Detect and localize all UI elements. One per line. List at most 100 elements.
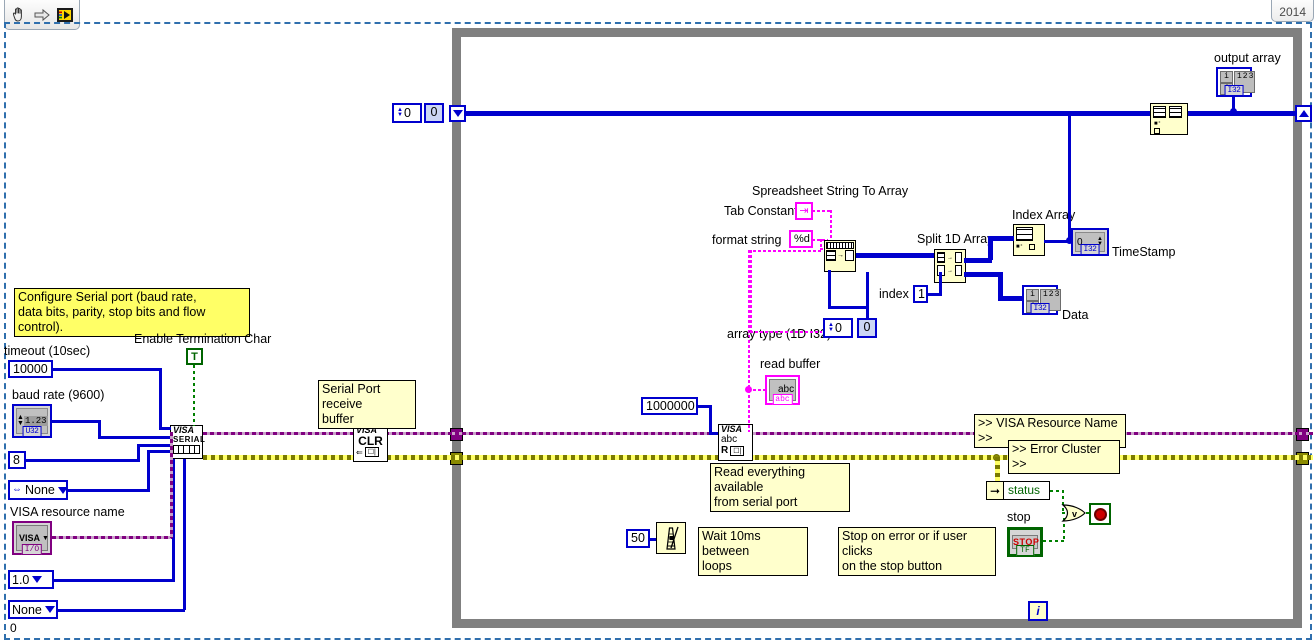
constant-loop-init-num[interactable]: ▲ ▼ 0 [392,103,422,123]
control-stop-button[interactable]: STOP TF [1007,527,1043,557]
serial-dip-icon [173,445,200,454]
indicator-read-buffer[interactable]: abc abc [765,375,800,405]
wire-build-to-shift [1188,111,1296,116]
constant-tab[interactable]: ⇥ [795,202,813,220]
wire-loop-shift-to-build [464,111,1150,116]
constant-split-index[interactable]: 1 [913,285,928,303]
hand-cursor-icon[interactable] [9,5,29,25]
left-right-arrows-icon: ⇔ [12,484,22,495]
wire-flowcontrol-v [183,459,186,610]
stop-terminal-icon [1093,507,1107,521]
array-type-spinner-icon[interactable]: ▲ ▼ [828,322,834,333]
wire-termination-char [193,365,195,426]
unbundle-status[interactable]: ➞ status [986,481,1050,500]
visa-read-marker: R [721,445,729,456]
constant-data-bits[interactable]: 8 [8,451,26,469]
spreadsheet-string-to-array-node[interactable]: → [824,240,856,272]
constant-array-type-num[interactable]: ▲ ▼ 0 [823,318,853,338]
loop-stop-terminal[interactable] [1089,503,1111,525]
stop-button-type-tag: TF [1016,545,1034,556]
diagram-toolbar[interactable] [4,0,80,30]
constant-byte-count[interactable]: 1000000 [641,397,698,415]
chevron-down-icon[interactable] [44,606,55,613]
wire-baud [51,420,101,423]
shift-register-up-icon [1298,110,1309,117]
wire-split-lower-out [964,272,1002,277]
chevron-down-icon[interactable]: ▼ [42,535,49,542]
label-stop: stop [1007,510,1031,524]
array-type-num-value: 0 [834,320,842,335]
arrow-cursor-icon[interactable] [32,5,52,25]
wire-data-in [998,296,1024,301]
block-diagram-canvas: 2014 Configure Serial port (baud rate, d… [0,0,1316,642]
label-spreadsheet-string-to-array: Spreadsheet String To Array [752,184,909,198]
control-baud-rate[interactable]: ▲ ▼ 1.23 U32 [12,404,52,438]
label-array-type: array type (1D I32) [727,327,832,341]
wait-ms-node[interactable] [656,522,686,554]
comment-wait-10ms: Wait 10ms between loops [698,527,808,576]
wire-stop-out-h [1043,540,1065,542]
constant-termination-char-true[interactable]: T [186,348,203,365]
visa-config-title: VISA [173,425,195,435]
constant-timeout[interactable]: 10000 [8,360,53,378]
label-split-1d-array: Split 1D Array [917,232,994,246]
wire-arraytype-up [828,270,831,308]
timestamp-type-tag: I32 [1080,244,1100,255]
index-array-glyph: ■⁺ [1014,225,1044,252]
indicator-output-array[interactable]: i j 123 I32 [1216,67,1256,97]
loop-init-spinner-icon[interactable]: ▲ ▼ [397,107,403,118]
read-terminal-icon: ☐| [730,445,745,456]
visa-configure-serial-node[interactable]: VISA SERIAL [170,425,205,459]
label-timestamp: TimeStamp [1112,245,1176,259]
data-type-tag: I32 [1030,303,1050,314]
shift-register-down-icon [452,110,463,117]
version-tab[interactable]: 2014 [1271,0,1314,22]
visa-clear-node[interactable]: VISA CLR ⇐ ☐| [353,425,388,462]
baud-rate-type-tag: U32 [22,426,42,437]
clear-terminal-icon: ⇐ ☐| [354,447,387,457]
wire-timeout [52,368,162,371]
label-format-string: format string [712,233,782,247]
wire-timeout-in [159,427,171,430]
wire-baud-in [98,436,172,439]
enum-flow-control[interactable]: None [8,600,58,619]
wire-databits-in [137,444,172,447]
label-enable-termination-char: Enable Termination Char [134,332,272,346]
wire-visa-resource-v [170,432,173,538]
loop-init-num-value: 0 [403,105,411,120]
constant-wait-ms[interactable]: 50 [626,529,650,548]
build-array-node[interactable]: ■⁺ [1150,103,1188,135]
wire-parity [67,489,150,492]
or-gate-node[interactable]: v [1061,504,1087,522]
wire-indexarray-in [988,236,1014,241]
wire-read-to-node [748,250,823,252]
visa-io-type-tag: I/O [21,544,43,555]
wire-split-to-indexarray-v [988,238,993,260]
index-array-node[interactable]: ■⁺ [1013,224,1045,256]
labview-vi-icon[interactable] [55,5,75,25]
enum-parity[interactable]: ⇔ None [8,480,68,500]
constant-loop-init-element[interactable]: 0 [424,103,444,123]
indicator-timestamp[interactable]: 0 ▲ ▼ I32 [1071,228,1109,256]
label-baud-rate: baud rate (9600) [12,388,105,402]
parity-value: None [25,483,55,497]
label-data: Data [1062,308,1089,322]
tab-arrow-icon: ⇥ [799,205,809,217]
label-index: index [879,287,909,301]
constant-array-type-element[interactable]: 0 [857,318,877,338]
indicator-data[interactable]: i j 123 I32 [1022,285,1062,315]
metronome-icon [657,523,685,558]
visa-clear-sub: CLR [358,434,383,448]
label-read-buffer: read buffer [760,357,821,371]
chevron-down-icon[interactable] [32,576,43,583]
comment-read-everything: Read everything available from serial po… [710,463,850,512]
label-visa-resource-name: VISA resource name [10,505,125,519]
enum-stop-bits[interactable]: 1.0 [8,570,54,589]
control-visa-resource-name[interactable]: VISA ▼ I/O [12,521,52,555]
wire-tab-v [830,210,832,242]
wire-split-index-v [939,272,942,294]
status-label: status [1008,483,1041,497]
constant-format-string[interactable]: %d [789,230,813,248]
flow-control-value: None [12,602,42,617]
junction-read-buffer [745,386,752,393]
